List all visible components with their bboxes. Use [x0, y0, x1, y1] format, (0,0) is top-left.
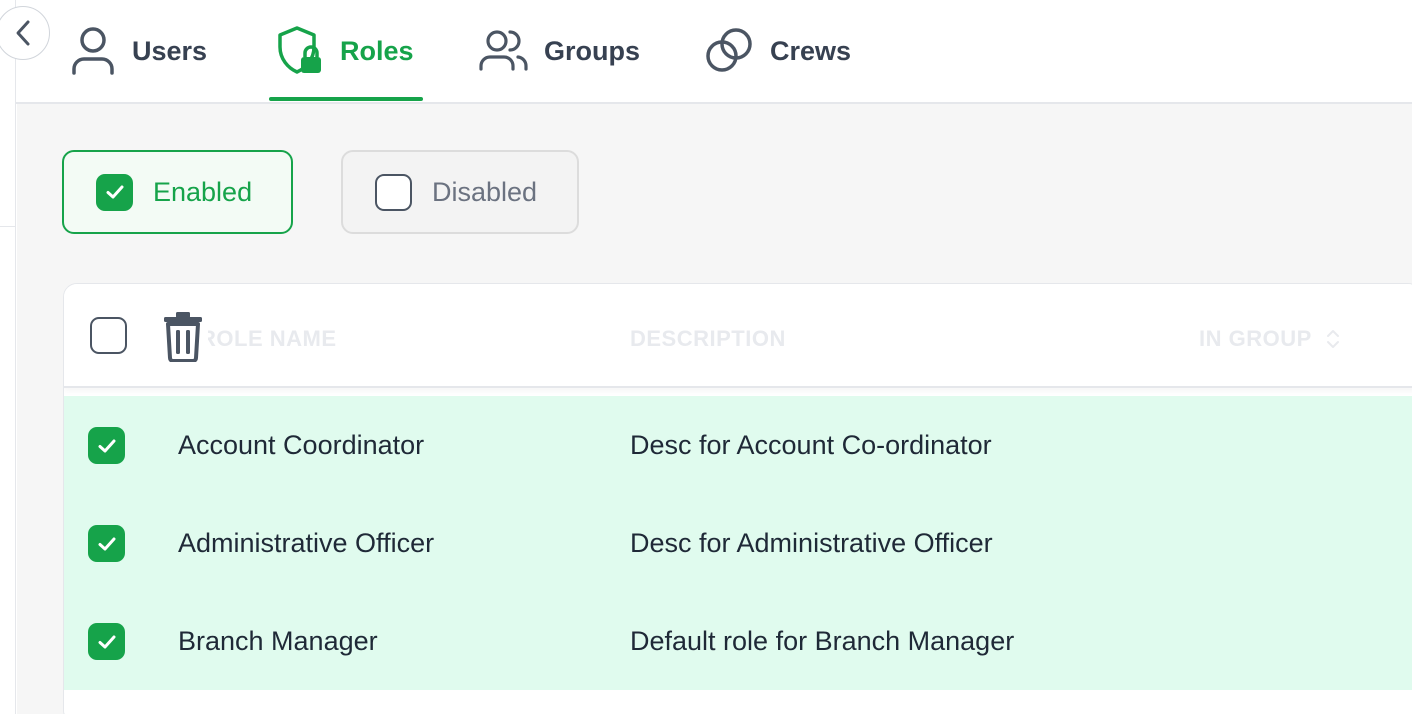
users-group-icon — [478, 25, 530, 77]
table-row[interactable]: Administrative Officer Desc for Administ… — [64, 494, 1412, 592]
table-row[interactable]: Branch Manager Default role for Branch M… — [64, 592, 1412, 690]
role-description-cell: Desc for Administrative Officer — [630, 528, 993, 558]
column-header-description[interactable]: DESCRIPTION — [630, 326, 786, 352]
tab-roles[interactable]: Roles — [274, 0, 414, 102]
enabled-filter-label: Enabled — [153, 176, 253, 207]
table-body: Account Coordinator Desc for Account Co-… — [64, 396, 1412, 690]
row-checkbox[interactable] — [88, 427, 125, 464]
role-name-cell: Account Coordinator — [178, 430, 425, 460]
select-all-checkbox[interactable] — [90, 317, 127, 354]
delete-selected-button[interactable] — [158, 310, 208, 362]
tab-crews[interactable]: Crews — [704, 0, 851, 102]
checkmark-icon — [98, 537, 115, 550]
row-checkbox[interactable] — [88, 525, 125, 562]
disabled-filter-toggle[interactable]: Disabled — [341, 150, 579, 234]
column-header-in-group[interactable]: IN GROUP — [1199, 326, 1340, 352]
enabled-filter-toggle[interactable]: Enabled — [62, 150, 293, 234]
sort-icon — [1326, 328, 1340, 350]
rail-divider — [0, 226, 15, 227]
tab-groups-label: Groups — [544, 35, 641, 66]
tab-users[interactable]: Users — [68, 0, 207, 102]
row-checkbox[interactable] — [88, 623, 125, 660]
checkmark-icon — [98, 635, 115, 648]
trash-icon — [162, 310, 204, 362]
role-description-cell: Desc for Account Co-ordinator — [630, 430, 992, 460]
tab-bar: Users Roles Groups Crews — [16, 0, 1412, 104]
in-group-header-label: IN GROUP — [1199, 326, 1312, 351]
column-header-role-name[interactable]: ROLE NAME — [200, 326, 337, 352]
tab-users-label: Users — [132, 35, 208, 66]
checkmark-icon — [98, 439, 115, 452]
checkbox-checked-icon — [96, 173, 133, 211]
tab-roles-label: Roles — [340, 35, 414, 66]
table-row[interactable]: Account Coordinator Desc for Account Co-… — [64, 396, 1412, 494]
disabled-filter-label: Disabled — [432, 176, 538, 207]
overlapping-circles-icon — [704, 25, 756, 77]
checkbox-unchecked-icon — [375, 173, 412, 211]
table-header: ROLE NAME DESCRIPTION IN GROUP — [64, 284, 1412, 388]
roles-table: ROLE NAME DESCRIPTION IN GROUP Account C… — [63, 283, 1412, 714]
role-name-cell: Administrative Officer — [178, 528, 435, 558]
active-tab-indicator — [269, 97, 423, 101]
table-empty-area — [64, 690, 1412, 714]
roles-content: Enabled Disabled ROLE NAME DESCRIPTION I… — [17, 104, 1412, 714]
role-name-cell: Branch Manager — [178, 626, 378, 656]
tab-groups[interactable]: Groups — [478, 0, 640, 102]
left-rail — [0, 0, 16, 714]
tab-crews-label: Crews — [770, 35, 852, 66]
user-icon — [68, 25, 118, 77]
role-description-cell: Default role for Branch Manager — [630, 626, 1015, 656]
chevron-left-icon — [12, 18, 34, 48]
shield-lock-icon — [274, 25, 326, 77]
